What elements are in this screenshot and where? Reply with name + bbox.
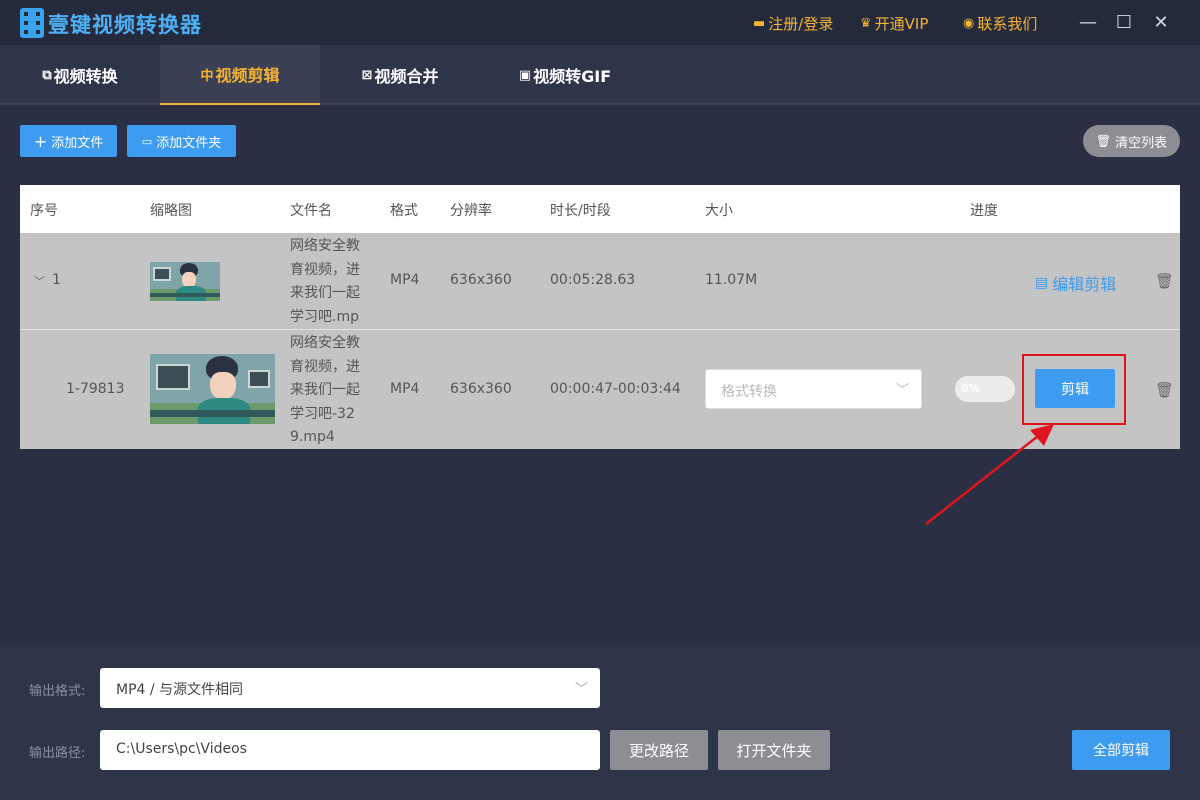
column-header-thumbnail: 缩略图 xyxy=(150,203,192,219)
cut-all-button[interactable]: 全部剪辑 xyxy=(1072,730,1170,770)
add-file-button[interactable]: + 添加文件 xyxy=(20,125,117,157)
video-thumbnail xyxy=(150,354,275,424)
column-header-progress: 进度 xyxy=(970,203,998,219)
row-filename: 网络安全教育视频，进来我们一起学习吧-329.mp4 xyxy=(290,335,360,445)
highlight-box xyxy=(1022,354,1126,425)
format-convert-placeholder: 格式转换 xyxy=(721,384,777,400)
clear-list-button[interactable]: 🗑 清空列表 xyxy=(1083,125,1180,157)
convert-icon: ⧉ xyxy=(42,67,52,83)
add-folder-button[interactable]: ▭ 添加文件夹 xyxy=(127,125,236,157)
output-path-input[interactable]: C:\Users\pc\Videos xyxy=(100,730,600,770)
row-index: 1-79813 xyxy=(66,381,125,397)
row-duration: 00:05:28.63 xyxy=(550,272,636,288)
edit-list-icon: ▤ xyxy=(1035,275,1049,291)
headset-icon: ◉ xyxy=(963,16,975,31)
progress-bar: 0% xyxy=(955,376,1015,402)
add-file-label: 添加文件 xyxy=(51,135,104,151)
tab-label: 视频合并 xyxy=(374,67,439,86)
output-format-value: MP4 / 与源文件相同 xyxy=(116,682,244,698)
output-format-label: 输出格式: xyxy=(29,684,86,699)
progress-text: 0% xyxy=(961,382,980,395)
chevron-down-icon[interactable]: ﹀ xyxy=(34,273,45,289)
tab-video-convert[interactable]: ⧉ 视频转换 xyxy=(0,45,160,105)
edit-clip-label: 编辑剪辑 xyxy=(1052,275,1117,294)
minimize-icon[interactable]: — xyxy=(1078,11,1098,33)
contact-label: 联系我们 xyxy=(977,15,1038,33)
register-login-label: 注册/登录 xyxy=(768,15,834,33)
row-resolution: 636x360 xyxy=(450,381,512,397)
column-header-index: 序号 xyxy=(30,203,58,219)
maximize-icon[interactable]: ☐ xyxy=(1114,11,1134,33)
row-resolution: 636x360 xyxy=(450,272,512,288)
tab-label: 视频转换 xyxy=(53,67,118,86)
open-folder-button[interactable]: 打开文件夹 xyxy=(718,730,830,770)
tab-label: 视频转GIF xyxy=(533,67,612,86)
edit-clip-link[interactable]: ▤ 编辑剪辑 xyxy=(1035,271,1116,295)
gif-icon: ▣ xyxy=(518,67,532,83)
output-path-label: 输出路径: xyxy=(29,746,86,761)
output-path-value: C:\Users\pc\Videos xyxy=(116,741,247,757)
tab-video-gif[interactable]: ▣ 视频转GIF xyxy=(480,45,650,105)
annotation-arrow xyxy=(925,424,1054,525)
row-duration: 00:00:47-00:03:44 xyxy=(550,381,681,397)
merge-icon: ⊠ xyxy=(361,67,373,83)
row-size: 11.07M xyxy=(705,272,758,288)
delete-row-icon[interactable]: 🗑 xyxy=(1155,381,1174,399)
plus-icon: + xyxy=(33,131,48,151)
clear-list-label: 清空列表 xyxy=(1115,135,1168,151)
contact-link[interactable]: ◉ 联系我们 xyxy=(963,13,1037,34)
column-header-size: 大小 xyxy=(705,203,733,219)
scissors-icon: 中 xyxy=(200,68,214,84)
chevron-down-icon: ﹀ xyxy=(574,682,588,697)
vip-label: 开通VIP xyxy=(874,15,929,33)
trash-icon: 🗑 xyxy=(1095,134,1112,148)
arrow-head xyxy=(1030,424,1054,446)
add-folder-label: 添加文件夹 xyxy=(156,135,222,151)
delete-row-icon[interactable]: 🗑 xyxy=(1155,272,1174,290)
chat-icon: ▬ xyxy=(753,16,766,31)
tab-video-edit[interactable]: 中 视频剪辑 xyxy=(160,45,320,105)
arrow-line xyxy=(925,435,1039,525)
output-format-select[interactable]: MP4 / 与源文件相同 ﹀ xyxy=(100,668,600,708)
column-header-duration: 时长/时段 xyxy=(550,203,611,219)
column-header-format: 格式 xyxy=(390,203,418,219)
column-header-resolution: 分辨率 xyxy=(450,203,492,219)
tab-video-merge[interactable]: ⊠ 视频合并 xyxy=(320,45,480,105)
row-index: 1 xyxy=(52,272,61,288)
video-thumbnail xyxy=(150,262,220,301)
folder-icon: ▭ xyxy=(141,134,153,148)
vip-link[interactable]: ♛ 开通VIP xyxy=(860,13,928,34)
row-format: MP4 xyxy=(390,272,420,288)
column-header-filename: 文件名 xyxy=(290,203,332,219)
close-icon[interactable]: ✕ xyxy=(1151,11,1171,33)
crown-icon: ♛ xyxy=(860,16,872,31)
change-path-button[interactable]: 更改路径 xyxy=(610,730,708,770)
app-title: 壹键视频转换器 xyxy=(48,13,202,37)
register-login-link[interactable]: ▬ 注册/登录 xyxy=(753,13,833,34)
format-convert-select[interactable]: 格式转换 ﹀ xyxy=(705,369,922,409)
tab-label: 视频剪辑 xyxy=(215,66,280,85)
app-logo-icon xyxy=(20,8,44,38)
row-format: MP4 xyxy=(390,381,420,397)
chevron-down-icon: ﹀ xyxy=(895,383,909,398)
